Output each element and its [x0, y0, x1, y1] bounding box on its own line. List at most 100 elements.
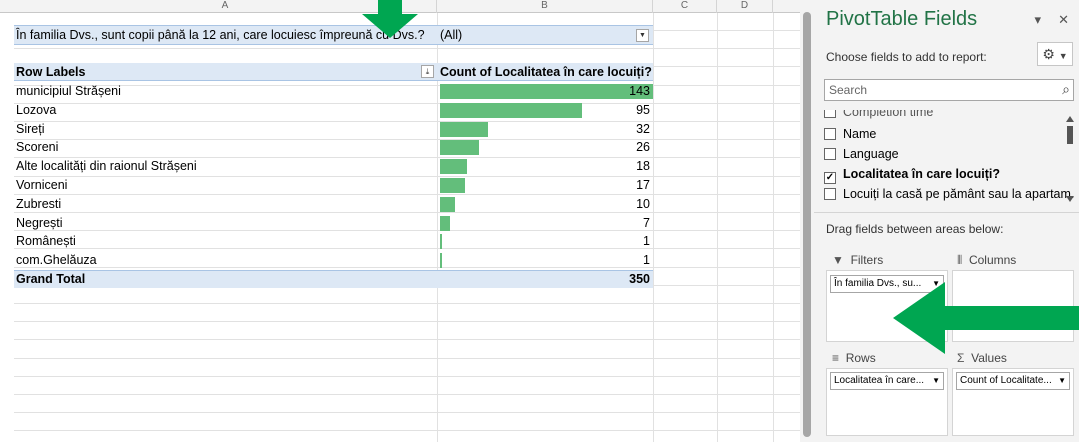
grid-row-line	[14, 140, 800, 159]
checkbox[interactable]	[824, 110, 836, 118]
count-value-cell[interactable]: 1	[440, 232, 653, 250]
count-value-cell[interactable]: 1	[440, 251, 653, 269]
count-value: 10	[636, 196, 650, 211]
rows-field-chip[interactable]: Localitatea în care... ▼	[830, 372, 944, 390]
row-label-cell[interactable]: Scoreni	[16, 138, 58, 156]
field-item-locuiti[interactable]: Locuiți la casă pe pământ sau la apartam…	[824, 184, 1074, 204]
count-value: 32	[636, 121, 650, 136]
row-labels-sort-filter-button[interactable]: ⤓	[421, 65, 434, 78]
filters-area-label: ▼ Filters	[832, 253, 884, 267]
grid-row-line	[14, 86, 800, 104]
rows-area-label: ≡ Rows	[832, 351, 876, 365]
count-value-cell[interactable]: 32	[440, 120, 653, 138]
column-header-d[interactable]: D	[717, 0, 773, 13]
count-value-cell[interactable]: 17	[440, 176, 653, 194]
row-label-cell[interactable]: municipiul Strășeni	[16, 82, 121, 100]
checkbox[interactable]	[824, 148, 836, 160]
checkbox-checked[interactable]: ✓	[824, 172, 836, 184]
grid-row-line	[14, 231, 800, 250]
search-input[interactable]: Search ⌕	[824, 79, 1074, 101]
row-label-cell[interactable]: Sireți	[16, 120, 44, 138]
grid-row-line	[14, 395, 800, 414]
field-list-scrollbar[interactable]	[1065, 114, 1075, 204]
annotation-arrow-down-icon	[362, 0, 418, 38]
count-value: 95	[636, 102, 650, 117]
search-icon: ⌕	[1062, 81, 1070, 97]
count-value-cell[interactable]: 10	[440, 195, 653, 213]
count-value: 7	[643, 215, 650, 230]
grid-row-line	[14, 359, 800, 377]
values-field-chip[interactable]: Count of Localitate... ▼	[956, 372, 1070, 390]
data-bar	[440, 253, 442, 269]
field-list[interactable]: Completion time Name Language ✓ Localitat…	[824, 110, 1074, 208]
row-label-cell[interactable]: com.Ghelăuza	[16, 251, 97, 269]
pane-title: PivotTable Fields	[826, 8, 978, 30]
row-label-cell[interactable]: Zubresti	[16, 195, 61, 213]
field-item-name[interactable]: Name	[824, 124, 876, 144]
data-bar	[440, 159, 467, 175]
grand-total-label[interactable]: Grand Total	[16, 270, 85, 288]
grid-column-line	[653, 13, 654, 442]
spreadsheet-grid[interactable]: A B C D În familia Dvs., sunt copii până…	[0, 0, 800, 442]
row-label-cell[interactable]: Alte localități din raionul Strășeni	[16, 157, 197, 175]
tools-gear-button[interactable]: ⚙ ▼	[1037, 42, 1073, 66]
grid-row-line	[14, 377, 800, 395]
count-value: 17	[636, 178, 650, 192]
count-value: 1	[643, 234, 650, 249]
pane-separator	[814, 212, 1079, 213]
grid-row-line	[14, 177, 800, 195]
columns-icon: ⦀	[957, 253, 963, 267]
field-item-language[interactable]: Language	[824, 144, 899, 164]
count-value: 18	[636, 159, 650, 174]
annotation-arrow-left-icon	[893, 282, 1079, 354]
data-bar	[440, 215, 451, 231]
pane-options-chevron-icon[interactable]: ▾	[1034, 12, 1041, 28]
grid-row-line	[14, 104, 800, 122]
chevron-down-icon[interactable]: ▼	[932, 373, 940, 389]
filter-icon: ▼	[832, 253, 844, 267]
field-item-localitatea[interactable]: ✓ Localitatea în care locuiți?	[824, 164, 1000, 184]
pivot-filter-value[interactable]: (All)	[440, 26, 653, 44]
rows-icon: ≡	[832, 351, 840, 365]
search-placeholder: Search	[829, 83, 868, 97]
row-label-cell[interactable]: Negrești	[16, 214, 63, 232]
data-bar	[440, 178, 466, 193]
pane-splitter-scrollbar[interactable]	[800, 0, 814, 442]
close-icon[interactable]: ✕	[1058, 12, 1069, 28]
value-column-header[interactable]: Count of Localitatea în care locuiți?	[440, 63, 653, 81]
grid-row-line	[14, 195, 800, 213]
grand-total-cell[interactable]: 350	[440, 270, 653, 288]
field-item-completion-time[interactable]: Completion time	[824, 110, 933, 122]
count-value-cell[interactable]: 7	[440, 214, 653, 232]
grid-row-line	[14, 213, 800, 232]
grid-column-line	[773, 13, 774, 442]
grid-row-line	[14, 122, 800, 141]
row-labels-header[interactable]: Row Labels	[16, 63, 85, 81]
grid-row-line	[14, 432, 800, 442]
checkbox[interactable]	[824, 128, 836, 140]
row-label-cell[interactable]: Lozova	[16, 101, 56, 119]
count-value-cell[interactable]: 143	[440, 82, 653, 100]
pivottable-fields-pane: PivotTable Fields ▾ ✕ Choose fields to a…	[814, 0, 1079, 442]
data-bar	[440, 102, 582, 118]
columns-area-label: ⦀ Columns	[957, 253, 1017, 267]
column-header-c[interactable]: C	[653, 0, 717, 13]
grid-row-line	[14, 341, 800, 359]
grand-total-value: 350	[629, 272, 650, 286]
grid-row-line	[14, 413, 800, 432]
filter-dropdown-button[interactable]: ▼	[636, 29, 649, 42]
data-bar	[440, 121, 488, 137]
count-value-cell[interactable]: 18	[440, 157, 653, 175]
scrollbar-thumb[interactable]	[803, 12, 811, 437]
count-value: 26	[636, 140, 650, 155]
chevron-down-icon[interactable]: ▼	[1058, 373, 1066, 389]
choose-fields-label: Choose fields to add to report:	[826, 50, 987, 64]
count-value-cell[interactable]: 26	[440, 138, 653, 156]
column-header-b[interactable]: B	[437, 0, 653, 13]
count-value-cell[interactable]: 95	[440, 101, 653, 119]
data-bar	[440, 234, 442, 250]
row-label-cell[interactable]: Vorniceni	[16, 176, 67, 194]
row-label-cell[interactable]: Românești	[16, 232, 76, 250]
checkbox[interactable]	[824, 188, 836, 200]
count-value: 1	[643, 253, 650, 268]
